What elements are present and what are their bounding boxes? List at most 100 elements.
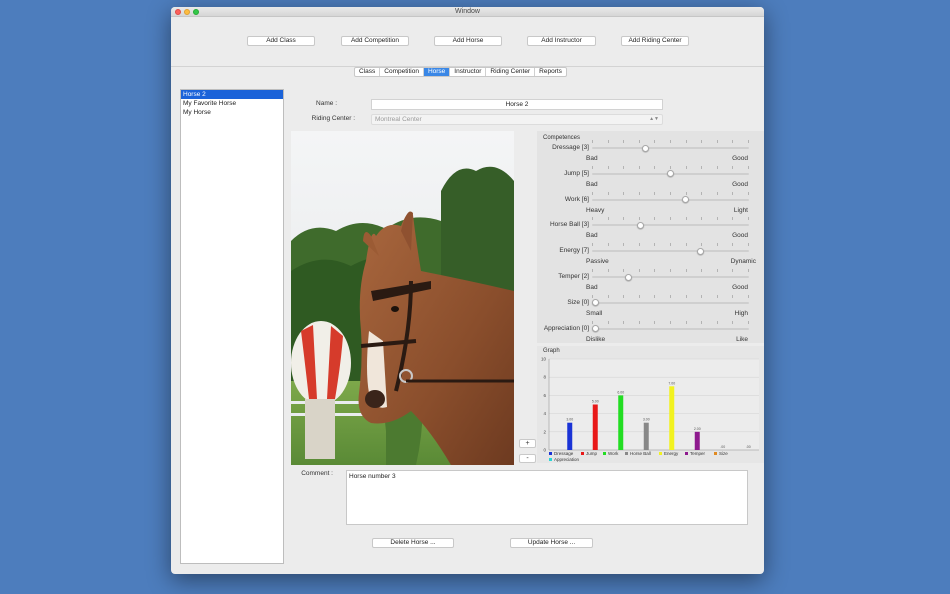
horse-list[interactable]: Horse 2 My Favorite Horse My Horse (180, 89, 284, 564)
slider-max-label: Dynamic (730, 258, 756, 266)
riding-center-label: Riding Center : (311, 115, 355, 122)
name-label: Name : (316, 100, 337, 107)
slider-tick (748, 294, 749, 298)
slider-tick (592, 140, 593, 143)
slider-tick (592, 243, 593, 247)
slider-knob[interactable] (637, 221, 644, 229)
legend-swatch (603, 452, 606, 455)
slider-tick (607, 243, 609, 247)
slider-ticks (592, 140, 749, 143)
slider-min-label: Heavy (586, 206, 605, 214)
window-title: Window (455, 8, 480, 15)
slider-knob[interactable] (641, 144, 649, 152)
slider-tick (623, 140, 625, 143)
y-tick-label: 0 (543, 448, 546, 453)
legend-label: Size (719, 451, 728, 456)
slider-tick (716, 217, 718, 221)
slider-label: Appreciation [0] (543, 324, 589, 332)
slider-tick (638, 140, 640, 143)
tab-riding-center[interactable]: Riding Center (486, 68, 536, 76)
add-instructor-button[interactable]: Add Instructor (527, 36, 596, 46)
slider-tick (670, 243, 671, 247)
slider-ticks (592, 294, 749, 298)
horse-photo (291, 131, 514, 465)
add-competition-button[interactable]: Add Competition (341, 36, 409, 46)
slider-tick (592, 294, 593, 298)
slider-knob[interactable] (682, 196, 689, 204)
legend-swatch (685, 452, 688, 455)
update-horse-button[interactable]: Update Horse ... (510, 538, 593, 548)
slider-max-label: Light (733, 206, 748, 214)
slider-tick (592, 165, 593, 169)
bar-value-label: 3.00 (566, 418, 573, 422)
slider-knob[interactable] (592, 325, 599, 333)
competence-slider[interactable] (592, 250, 749, 253)
slider-label: Work [6] (564, 195, 589, 203)
slider-tick (732, 269, 734, 272)
slider-tick (654, 243, 656, 247)
slider-tick (685, 294, 687, 298)
chart-bar (567, 422, 573, 450)
slider-knob[interactable] (625, 273, 632, 281)
slider-knob[interactable] (592, 299, 599, 307)
slider-tick (654, 191, 656, 195)
slider-label: Size [0] (567, 298, 589, 306)
tab-reports[interactable]: Reports (535, 68, 566, 76)
competence-slider[interactable] (592, 301, 749, 304)
slider-tick (716, 243, 718, 247)
slider-tick (654, 269, 656, 272)
tab-competition[interactable]: Competition (380, 68, 424, 76)
slider-tick (623, 191, 625, 195)
slider-tick (592, 320, 593, 324)
add-horse-button[interactable]: Add Horse (434, 36, 502, 46)
slider-tick (592, 269, 593, 272)
slider-tick (670, 294, 671, 298)
legend-label: Temper (690, 451, 706, 456)
chart-bar (618, 395, 624, 450)
slider-tick (638, 191, 640, 195)
tab-instructor[interactable]: Instructor (450, 68, 487, 76)
slider-tick (654, 140, 656, 143)
competence-slider[interactable] (592, 327, 749, 330)
list-item[interactable]: My Horse (181, 108, 283, 117)
competence-slider[interactable] (592, 276, 749, 278)
legend-label: Work (608, 451, 619, 456)
riding-center-select[interactable]: Montreal Center ▲▼ (371, 114, 663, 125)
tab-horse[interactable]: Horse (423, 68, 451, 76)
add-riding-center-button[interactable]: Add Riding Center (621, 36, 689, 46)
competence-slider[interactable] (592, 224, 749, 227)
slider-tick (654, 165, 656, 169)
slider-label: Horse Ball [3] (549, 221, 589, 229)
tab-class[interactable]: Class (355, 68, 381, 76)
graph-panel: Graph 0 2 4 6 8 10 3.00 5.00 6.00 3.00 7.00 2.00.00… (537, 346, 764, 463)
name-field[interactable]: Horse 2 (371, 99, 663, 110)
competence-slider[interactable] (592, 198, 749, 201)
slider-label: Energy [7] (559, 247, 589, 255)
horse-photo-image (291, 131, 514, 465)
competence-slider[interactable] (592, 147, 749, 149)
list-item[interactable]: Horse 2 (181, 90, 283, 99)
plus-button[interactable]: + (519, 439, 536, 448)
slider-tick (732, 165, 734, 169)
title-bar[interactable]: Window (171, 7, 764, 17)
slider-tick (654, 294, 656, 298)
slider-tick (748, 140, 749, 143)
slider-tick (607, 217, 609, 221)
minus-button[interactable]: - (519, 454, 536, 463)
slider-label: Temper [2] (558, 273, 589, 280)
comment-field[interactable]: Horse number 3 (346, 470, 748, 525)
slider-knob[interactable] (697, 247, 704, 255)
legend-swatch (581, 452, 584, 455)
slider-tick (685, 243, 687, 247)
slider-tick (607, 165, 609, 169)
y-tick-label: 8 (543, 375, 546, 380)
competences-bar-chart: 0 2 4 6 8 10 3.00 5.00 6.00 3.00 7.00 2.00 .00 .00 Dre… (541, 357, 759, 462)
comment-label: Comment : (301, 470, 333, 477)
delete-horse-button[interactable]: Delete Horse ... (372, 538, 454, 548)
list-item[interactable]: My Favorite Horse (181, 99, 283, 108)
add-class-button[interactable]: Add Class (247, 36, 315, 46)
slider-knob[interactable] (667, 170, 674, 178)
slider-tick (654, 320, 656, 324)
bar-value-label: .00 (720, 445, 725, 449)
bar-value-label: 7.00 (668, 381, 675, 385)
